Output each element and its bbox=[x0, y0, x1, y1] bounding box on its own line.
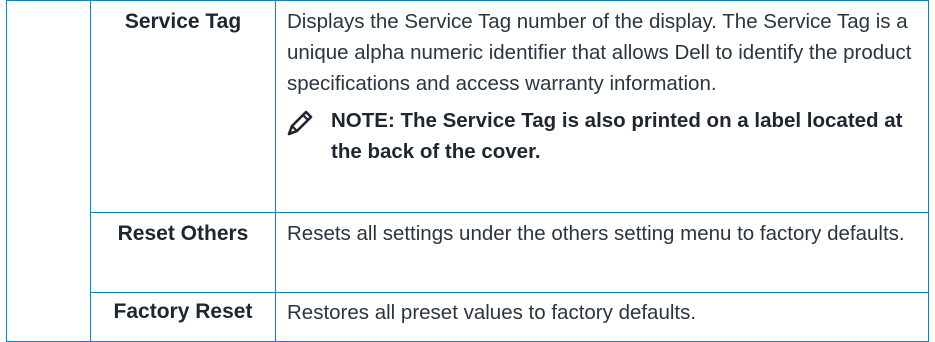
table-row-service-tag: Service Tag Displays the Service Tag num… bbox=[6, 0, 929, 342]
setting-name: Factory Reset bbox=[90, 292, 276, 342]
setting-description: Resets all settings under the others set… bbox=[275, 212, 929, 293]
setting-description: Displays the Service Tag number of the d… bbox=[287, 10, 912, 95]
table-row-factory-reset: Factory Reset Restores all preset values… bbox=[7, 292, 929, 342]
setting-description: Restores all preset values to factory de… bbox=[275, 292, 929, 342]
settings-table: Service Tag Displays the Service Tag num… bbox=[6, 0, 929, 342]
pencil-note-icon bbox=[287, 110, 313, 136]
note-text: NOTE: The Service Tag is also printed on… bbox=[331, 109, 903, 163]
blank-left-column bbox=[6, 0, 91, 342]
setting-description-cell: Displays the Service Tag number of the d… bbox=[275, 0, 929, 213]
table-row-reset-others: Reset Others Resets all settings under t… bbox=[7, 212, 929, 293]
setting-name: Service Tag bbox=[90, 0, 276, 213]
setting-name: Reset Others bbox=[90, 212, 276, 293]
note-block: NOTE: The Service Tag is also printed on… bbox=[285, 105, 918, 167]
